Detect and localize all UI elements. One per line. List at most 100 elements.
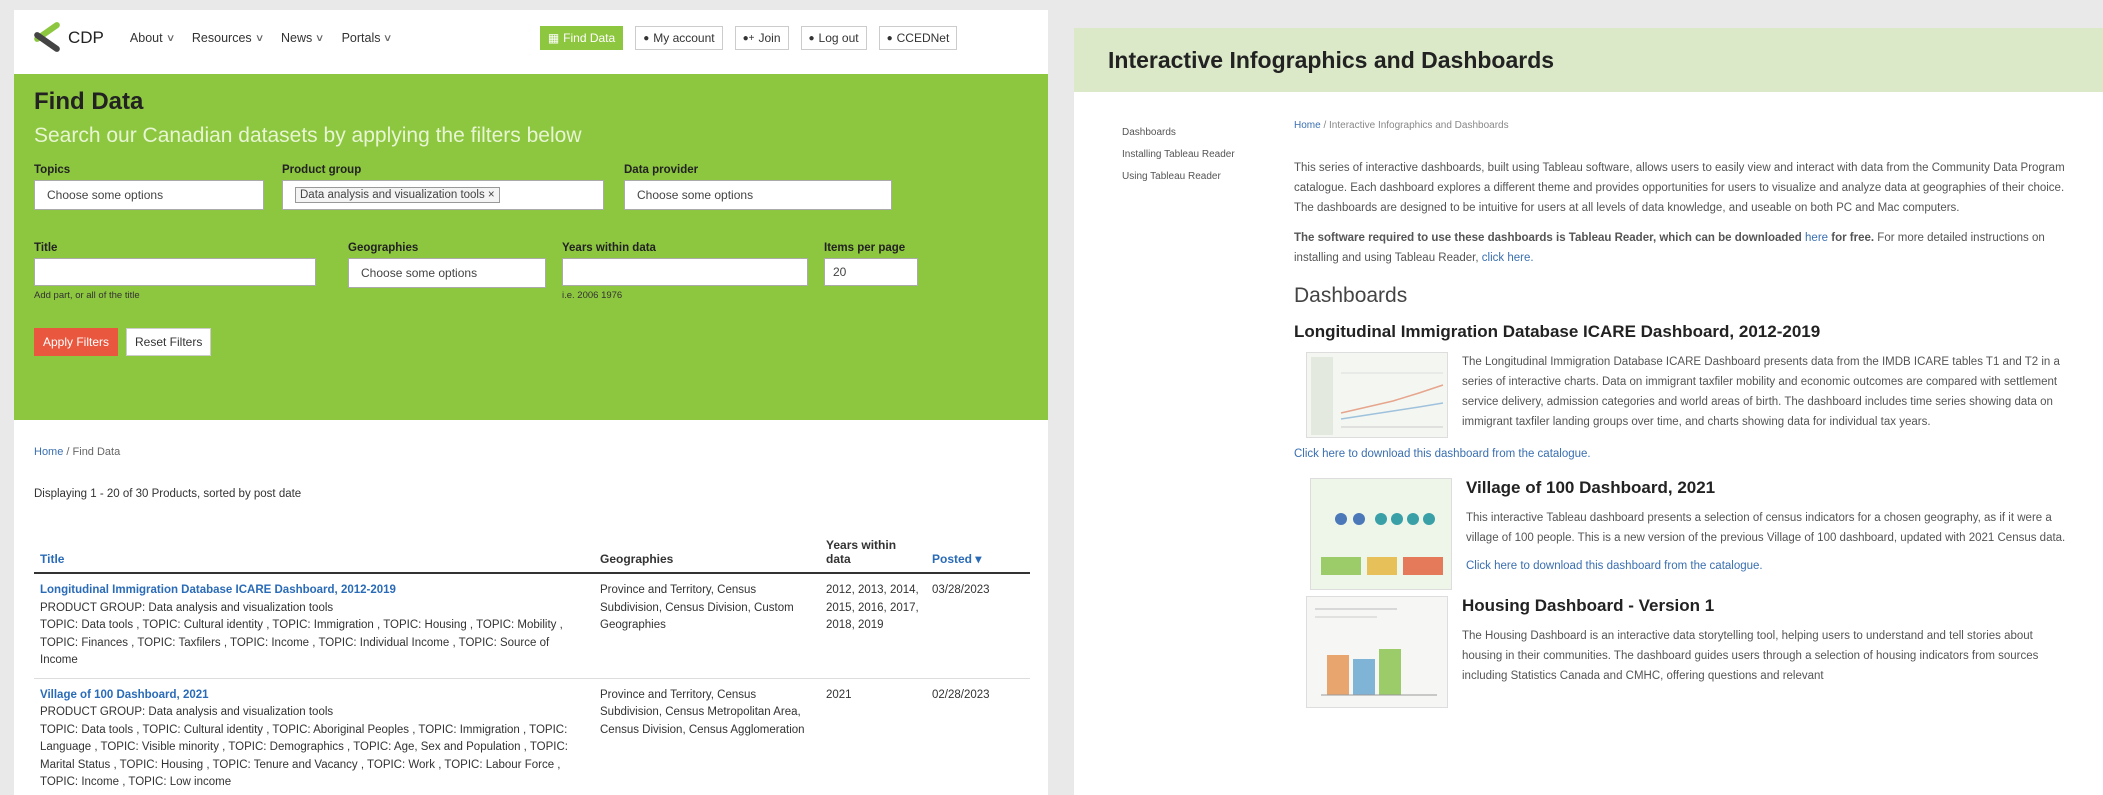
row-years: 2021 [820, 678, 926, 795]
dashboard-title: Housing Dashboard - Version 1 [1462, 596, 1715, 615]
breadcrumb-home-link[interactable]: Home [1294, 120, 1321, 131]
row-title-link[interactable]: Village of 100 Dashboard, 2021 [40, 687, 588, 705]
product-group-chip[interactable]: Data analysis and visualization tools × [295, 187, 500, 203]
years-hint: i.e. 2006 1976 [562, 290, 623, 301]
product-group-label: Product group [282, 164, 362, 176]
breadcrumb: Home / Interactive Infographics and Dash… [1294, 120, 1509, 131]
dashboards-page: Interactive Infographics and Dashboards … [1074, 28, 2103, 795]
line-chart-thumbnail-icon [1311, 357, 1444, 435]
page-subtitle: Search our Canadian datasets by applying… [34, 124, 582, 147]
column-geographies: Geographies [594, 534, 820, 574]
side-nav: Dashboards Installing Tableau Reader Usi… [1122, 122, 1235, 188]
topics-label: Topics [34, 164, 71, 176]
years-input[interactable] [562, 258, 808, 286]
items-per-page-label: Items per page [824, 242, 906, 254]
chevron-down-icon: ∨ [383, 32, 393, 44]
user-icon: ● [808, 32, 815, 44]
user-icon: ● [643, 32, 650, 44]
find-data-page: CDP About ∨ Resources ∨ News ∨ Portals ∨ ▦ Fi… [14, 10, 1048, 795]
dashboard-thumbnail[interactable] [1306, 596, 1448, 708]
user-icon: ● [886, 32, 893, 44]
reset-filters-button[interactable]: Reset Filters [126, 328, 212, 356]
dashboards-page-title: Interactive Infographics and Dashboards [1074, 28, 2103, 92]
top-nav: CDP About ∨ Resources ∨ News ∨ Portals ∨ ▦ Fi… [14, 10, 1048, 66]
dashboard-title: Village of 100 Dashboard, 2021 [1466, 478, 1716, 497]
ccednet-button[interactable]: ● CCEDNet [878, 26, 958, 50]
dashboard-download-link[interactable]: Click here to download this dashboard fr… [1294, 448, 1591, 460]
apply-filters-button[interactable]: Apply Filters [34, 328, 119, 356]
find-data-button[interactable]: ▦ Find Data [539, 26, 624, 50]
chevron-down-icon: ∨ [315, 32, 325, 44]
row-topics: TOPIC: Data tools , TOPIC: Cultural iden… [40, 619, 563, 666]
intro-text: This series of interactive dashboards, b… [1294, 162, 2065, 214]
row-geographies: Province and Territory, Census Subdivisi… [594, 678, 820, 795]
table-row: Village of 100 Dashboard, 2021 PRODUCT G… [34, 678, 1030, 795]
items-per-page-input[interactable]: 20 [824, 258, 918, 286]
data-provider-label: Data provider [624, 164, 699, 176]
brand-name: CDP [68, 28, 104, 47]
nav-portals[interactable]: Portals ∨ [342, 31, 393, 45]
nav-resources[interactable]: Resources ∨ [192, 31, 265, 45]
breadcrumb-current: Find Data [72, 446, 121, 458]
dashboard-description: This interactive Tableau dashboard prese… [1466, 512, 2066, 544]
chevron-down-icon: ∨ [165, 32, 176, 44]
cdp-logo-icon [32, 20, 62, 54]
dashboard-title: Longitudinal Immigration Database ICARE … [1294, 322, 1821, 341]
log-out-button[interactable]: ● Log out [800, 26, 867, 50]
page-title: Find Data [34, 88, 144, 115]
row-posted: 03/28/2023 [926, 573, 1030, 679]
data-provider-select[interactable]: Choose some options [624, 180, 892, 210]
row-title-link[interactable]: Longitudinal Immigration Database ICARE … [40, 582, 588, 600]
user-plus-icon: ●+ [742, 32, 755, 44]
dashboard-thumbnail[interactable] [1306, 352, 1448, 438]
software-note: The software required to use these dashb… [1294, 232, 2045, 264]
main-content: Home / Interactive Infographics and Dash… [1294, 116, 2074, 714]
title-input[interactable] [34, 258, 316, 286]
dashboard-item: Housing Dashboard - Version 1 The Housin… [1294, 596, 2074, 708]
side-link-using[interactable]: Using Tableau Reader [1122, 166, 1235, 188]
village-infographic-thumbnail-icon [1311, 479, 1451, 589]
row-geographies: Province and Territory, Census Subdivisi… [594, 573, 820, 679]
filter-panel: Find Data Search our Canadian datasets b… [14, 74, 1048, 420]
dashboard-item: Longitudinal Immigration Database ICARE … [1294, 322, 2074, 464]
breadcrumb-home-link[interactable]: Home [34, 446, 63, 458]
breadcrumb-current: Interactive Infographics and Dashboards [1329, 120, 1509, 131]
row-product-group: PRODUCT GROUP: Data analysis and visuali… [40, 601, 334, 614]
row-product-group: PRODUCT GROUP: Data analysis and visuali… [40, 706, 334, 718]
geographies-select[interactable]: Choose some options [348, 258, 546, 288]
dashboard-download-link[interactable]: Click here to download this dashboard fr… [1466, 556, 2074, 576]
column-posted[interactable]: Posted ▾ [926, 534, 1030, 574]
nav-about[interactable]: About ∨ [130, 31, 176, 45]
results-table: Title Geographies Years within data Post… [34, 534, 1030, 795]
topics-select[interactable]: Choose some options [34, 180, 264, 210]
dashboard-description: The Longitudinal Immigration Database IC… [1462, 356, 2060, 428]
my-account-button[interactable]: ● My account [635, 26, 723, 50]
bar-chart-thumbnail-icon [1307, 597, 1447, 707]
dashboard-item: Village of 100 Dashboard, 2021 This inte… [1294, 478, 2074, 590]
chevron-down-icon: ∨ [254, 32, 265, 44]
side-link-dashboards[interactable]: Dashboards [1122, 122, 1235, 144]
row-posted: 02/28/2023 [926, 678, 1030, 795]
years-label: Years within data [562, 242, 656, 254]
nav-news[interactable]: News ∨ [281, 31, 325, 45]
instructions-link[interactable]: click here. [1482, 252, 1534, 264]
column-title[interactable]: Title [34, 534, 594, 574]
tableau-download-link[interactable]: here [1805, 232, 1828, 244]
breadcrumb: Home / Find Data [34, 446, 121, 458]
table-row: Longitudinal Immigration Database ICARE … [34, 573, 1030, 679]
column-years: Years within data [820, 534, 926, 574]
dashboards-heading: Dashboards [1294, 284, 1408, 307]
title-hint: Add part, or all of the title [34, 290, 140, 301]
row-years: 2012, 2013, 2014, 2015, 2016, 2017, 2018… [820, 573, 926, 679]
dashboard-description: The Housing Dashboard is an interactive … [1462, 630, 2039, 682]
dashboard-thumbnail[interactable] [1310, 478, 1452, 590]
row-topics: TOPIC: Data tools , TOPIC: Cultural iden… [40, 723, 568, 789]
results-count: Displaying 1 - 20 of 30 Products, sorted… [34, 488, 302, 500]
side-link-installing[interactable]: Installing Tableau Reader [1122, 144, 1235, 166]
table-icon: ▦ [547, 31, 560, 45]
join-button[interactable]: ●+ Join [734, 26, 789, 50]
logo[interactable]: CDP [32, 20, 104, 54]
title-label: Title [34, 242, 58, 254]
geographies-label: Geographies [348, 242, 419, 254]
product-group-select[interactable]: Data analysis and visualization tools × [282, 180, 604, 210]
